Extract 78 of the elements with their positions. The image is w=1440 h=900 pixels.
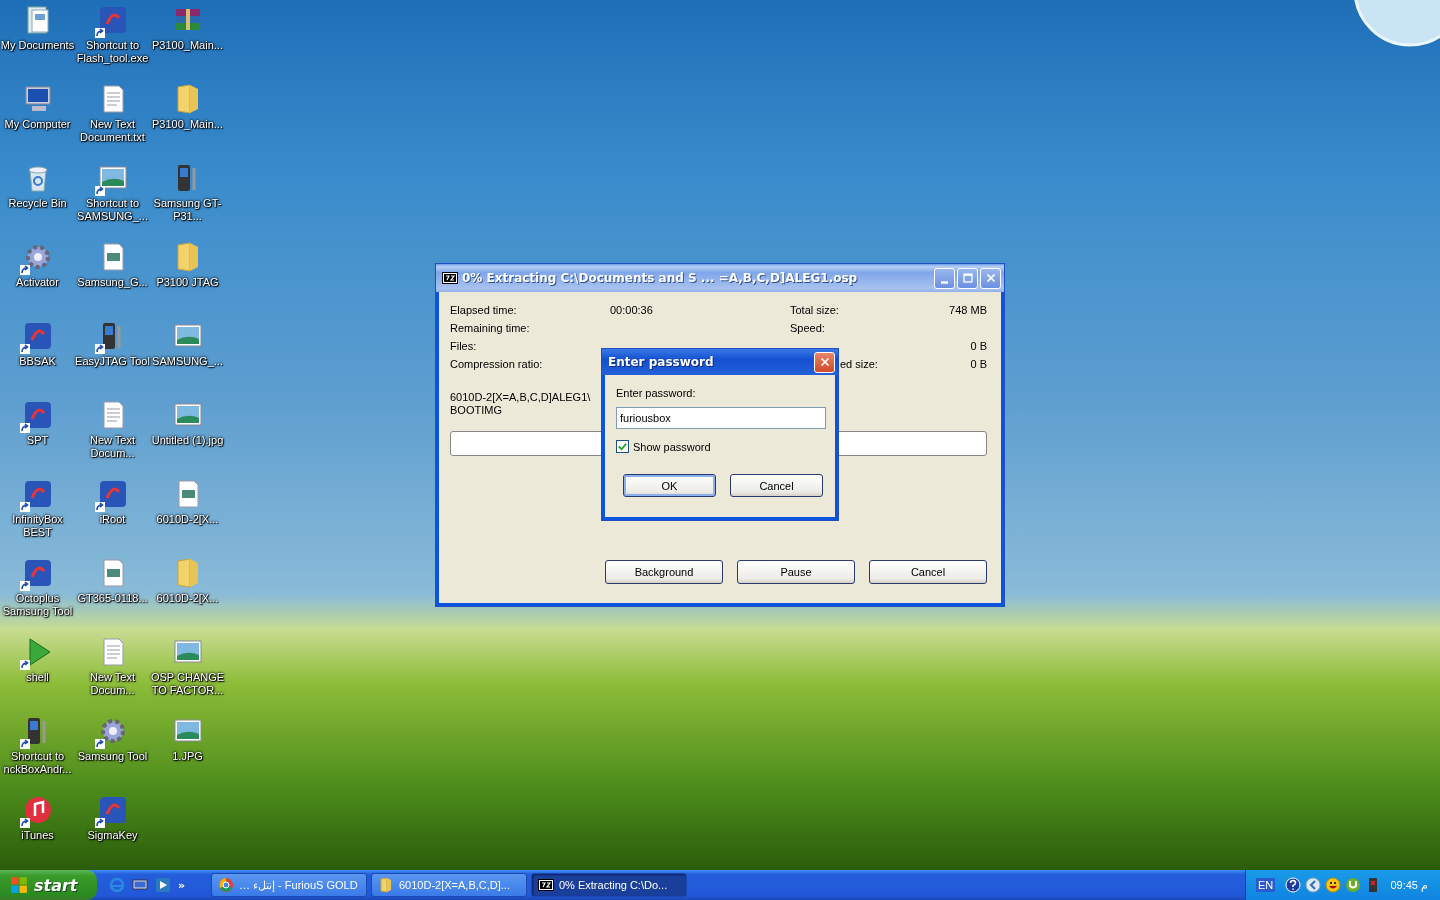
icon-label[interactable]: New Text Docum... bbox=[75, 434, 150, 460]
icon-label[interactable]: Samsung GT-P31... bbox=[150, 197, 225, 223]
torrent-icon[interactable] bbox=[1345, 877, 1362, 893]
close-button[interactable] bbox=[980, 267, 1001, 289]
icon-label[interactable]: Activator bbox=[0, 276, 75, 289]
icon-label[interactable]: Samsung Tool bbox=[75, 750, 150, 763]
checkbox[interactable] bbox=[616, 440, 629, 453]
stat-label: Files: bbox=[450, 340, 477, 352]
icon-label[interactable]: iRoot bbox=[75, 513, 150, 526]
icon-label[interactable]: P3100 JTAG bbox=[150, 276, 225, 289]
icon-label[interactable]: SAMSUNG_... bbox=[150, 355, 225, 368]
icon-label[interactable]: shell bbox=[0, 671, 75, 684]
icon-label[interactable]: iTunes bbox=[0, 829, 75, 842]
help-icon[interactable] bbox=[1285, 877, 1302, 893]
ok-button[interactable]: OK bbox=[623, 474, 716, 497]
maximize-button[interactable] bbox=[957, 267, 978, 289]
clock: 09:45 م bbox=[1390, 878, 1429, 892]
close-button[interactable] bbox=[814, 351, 835, 373]
icon-label[interactable]: OSP CHANGE TO FACTOR... bbox=[150, 671, 225, 697]
taskbar-button[interactable]: 6010D-2[X=A,B,C,D]... bbox=[371, 873, 527, 897]
icon-label[interactable]: My Documents bbox=[0, 39, 75, 52]
folder-icon bbox=[378, 877, 394, 893]
icon-label[interactable]: EasyJTAG Tool bbox=[75, 355, 150, 368]
minimize-icon bbox=[941, 280, 948, 284]
icon-label[interactable]: GT365-0118... bbox=[75, 592, 150, 605]
stat-value: 748 MB bbox=[949, 304, 987, 316]
desktop-icon[interactable] bbox=[132, 877, 148, 893]
stat-label: Elapsed time: bbox=[450, 304, 517, 316]
current-file-path: 6010D-2[X=A,B,C,D]ALEG1\ BOOTIMG bbox=[450, 391, 590, 417]
icon-label[interactable]: 6010D-2[X... bbox=[150, 592, 225, 605]
icon-label[interactable]: 6010D-2[X... bbox=[150, 513, 225, 526]
taskbar-button[interactable]: 0% Extracting C:\Do... bbox=[531, 873, 687, 897]
browser-icon bbox=[218, 877, 234, 893]
start-button[interactable]: start bbox=[0, 870, 97, 900]
window-button[interactable]: Cancel bbox=[869, 560, 987, 584]
stat-label: Total size: bbox=[790, 304, 839, 316]
icon-label[interactable]: InfinityBox BEST bbox=[0, 513, 75, 539]
cancel-button[interactable]: Cancel bbox=[730, 474, 823, 497]
more-button[interactable]: » bbox=[178, 878, 186, 892]
window-title: 0% Extracting C:\Documents and S ... =A,B,C,D]ALEG1.osp bbox=[462, 271, 859, 285]
field-label: Enter password: bbox=[616, 387, 697, 401]
window-button[interactable]: Pause bbox=[737, 560, 855, 584]
icon-label[interactable]: SPT bbox=[0, 434, 75, 447]
language-indicator[interactable]: EN bbox=[1256, 878, 1276, 892]
icon-label[interactable]: Shortcut to nckBoxAndr... bbox=[0, 750, 75, 776]
dialog-title: Enter password bbox=[608, 355, 714, 369]
smiley-icon[interactable] bbox=[1325, 877, 1342, 893]
icon-label[interactable]: Samsung_G... bbox=[75, 276, 150, 289]
icon-label[interactable]: New Text Document.txt bbox=[75, 118, 150, 144]
taskbar-button[interactable]: … إنتلء - FuriouS GOLD bbox=[211, 873, 367, 897]
icon-label[interactable]: Untitled (1).jpg bbox=[150, 434, 225, 447]
stat-value: 00:00:36 bbox=[610, 304, 653, 316]
checkbox-label[interactable]: Show password bbox=[633, 440, 711, 453]
stat-label: Speed: bbox=[790, 322, 825, 334]
icon-label[interactable]: Octoplus Samsung Tool bbox=[0, 592, 75, 618]
stat-label: Compression ratio: bbox=[450, 358, 543, 370]
stat-value: 0 B bbox=[970, 340, 987, 352]
stat-label: Remaining time: bbox=[450, 322, 530, 334]
archiver-icon bbox=[442, 272, 458, 284]
minimize-button[interactable] bbox=[934, 267, 955, 289]
icon-label[interactable]: Shortcut to SAMSUNG_... bbox=[75, 197, 150, 223]
flag-icon bbox=[10, 876, 28, 894]
maximize-icon bbox=[960, 271, 975, 285]
window-button[interactable]: Background bbox=[605, 560, 723, 584]
password-field[interactable]: furiousbox bbox=[616, 407, 826, 429]
stat-label: ed size: bbox=[840, 358, 878, 370]
icon-label[interactable]: Recycle Bin bbox=[0, 197, 75, 210]
icon-label[interactable]: SigmaKey bbox=[75, 829, 150, 842]
icon-label[interactable]: P3100_Main... bbox=[150, 39, 225, 52]
icon-label[interactable]: P3100_Main... bbox=[150, 118, 225, 131]
archiver-icon bbox=[538, 877, 554, 893]
icon-label[interactable]: New Text Docum... bbox=[75, 671, 150, 697]
icon-label[interactable]: 1.JPG bbox=[150, 750, 225, 763]
media-player-icon[interactable] bbox=[155, 877, 171, 893]
icon-label[interactable]: My Computer bbox=[0, 118, 75, 131]
icon-label[interactable]: BBSAK bbox=[0, 355, 75, 368]
stat-value: 0 B bbox=[970, 358, 987, 370]
icon-label[interactable]: Shortcut to Flash_tool.exe bbox=[75, 39, 150, 65]
